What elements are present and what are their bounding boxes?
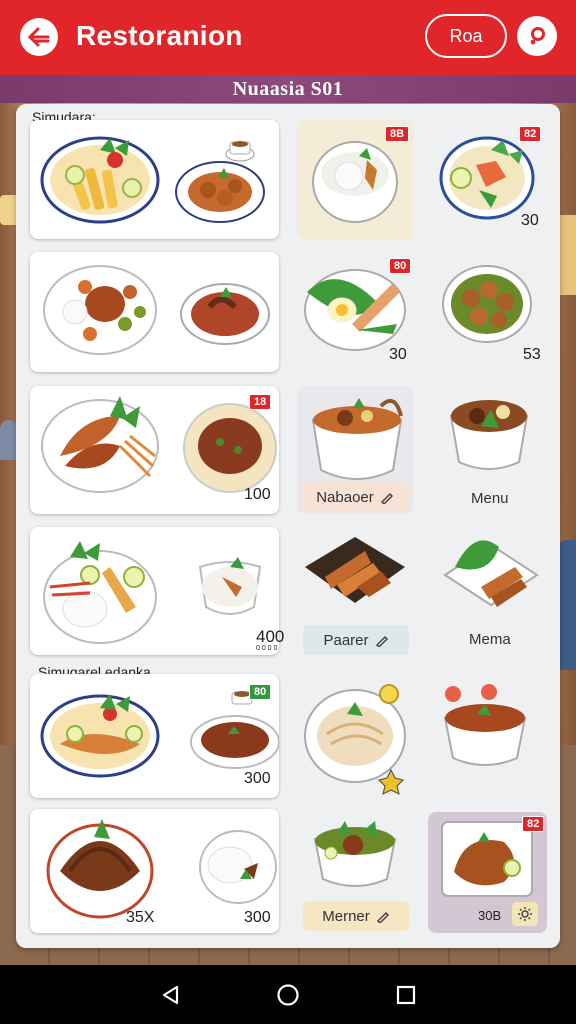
chip-label: Merner bbox=[322, 907, 370, 925]
menu-tile[interactable]: 82 30 bbox=[431, 120, 547, 239]
edit-icon bbox=[375, 635, 388, 647]
price: 300 bbox=[244, 770, 271, 787]
menu-tile[interactable] bbox=[431, 674, 547, 798]
dish-illustration bbox=[43, 541, 262, 644]
app-title: Restoranion bbox=[76, 20, 243, 51]
chip-label: Nabaoer bbox=[316, 488, 374, 506]
menu-tile[interactable]: Mema bbox=[431, 527, 547, 655]
help-button[interactable] bbox=[517, 16, 557, 56]
price-badge: 82 bbox=[522, 816, 545, 832]
price: 100 bbox=[244, 486, 271, 503]
back-button[interactable] bbox=[20, 18, 58, 56]
diner-figure bbox=[558, 540, 576, 670]
price-sub: 0 0 0 0 bbox=[256, 645, 278, 652]
dish-illustration bbox=[443, 684, 527, 766]
help-icon bbox=[530, 27, 545, 45]
menu-panel: Simudara: 8B 82 30 80 30 53 18 100 Nabao… bbox=[16, 104, 560, 948]
dish-illustration bbox=[41, 396, 277, 493]
banner: Nuaasia S01 bbox=[0, 75, 576, 103]
price: 30 bbox=[389, 346, 407, 363]
edit-icon bbox=[380, 492, 393, 504]
dish-illustration bbox=[46, 819, 277, 919]
menu-tile[interactable]: Nabaoer bbox=[297, 386, 413, 514]
dish-illustration bbox=[43, 265, 270, 355]
chip-label: Paarer bbox=[323, 631, 369, 649]
system-navigation-bar bbox=[0, 965, 576, 1024]
tile-label: Mema bbox=[469, 631, 511, 648]
price-badge: 80 bbox=[249, 684, 272, 700]
recents-square-icon bbox=[396, 985, 416, 1005]
menu-card[interactable]: 35X 300 bbox=[30, 809, 279, 933]
menu-tile[interactable] bbox=[297, 674, 413, 798]
dish-illustration bbox=[40, 136, 265, 224]
menu-card[interactable]: 400 0 0 0 0 bbox=[30, 527, 284, 655]
price: 300 bbox=[244, 909, 271, 926]
menu-tile[interactable]: Paarer bbox=[297, 527, 413, 655]
menu-card[interactable] bbox=[30, 120, 279, 239]
menu-chip[interactable]: Merner bbox=[303, 901, 409, 931]
banner-text: Nuaasia S01 bbox=[232, 77, 344, 100]
dish-illustration bbox=[40, 691, 280, 778]
price-badge: 18 bbox=[249, 394, 272, 410]
price: 53 bbox=[523, 346, 541, 363]
back-triangle-icon bbox=[162, 985, 179, 1005]
home-circle-icon bbox=[277, 984, 299, 1006]
menu-tile[interactable]: 80 30 bbox=[297, 252, 413, 372]
menu-chip[interactable]: Paarer bbox=[303, 625, 409, 655]
price-badge: 80 bbox=[389, 258, 412, 274]
menu-tile[interactable]: Menu bbox=[431, 386, 547, 514]
app-header: Restoranion Roa bbox=[0, 0, 576, 75]
menu-tile-selected[interactable]: 82 30B bbox=[428, 812, 547, 933]
menu-card[interactable] bbox=[30, 252, 279, 372]
nav-back-button[interactable] bbox=[154, 979, 186, 1011]
menu-card[interactable]: 18 100 bbox=[30, 386, 279, 514]
tile-label: Menu bbox=[471, 490, 509, 507]
menu-tile[interactable]: 53 bbox=[431, 252, 547, 372]
menu-chip[interactable]: Nabaoer bbox=[301, 482, 409, 512]
menu-tile[interactable]: Merner bbox=[297, 809, 413, 933]
dish-illustration bbox=[304, 684, 406, 795]
price-badge: 8B bbox=[385, 126, 410, 142]
back-arrow-icon bbox=[27, 27, 50, 47]
price: 30 bbox=[521, 212, 539, 229]
price: 35X bbox=[126, 909, 155, 926]
price-badge: 82 bbox=[519, 126, 542, 142]
menu-card[interactable]: 80 300 bbox=[30, 674, 280, 798]
action-pill-button[interactable]: Roa bbox=[425, 14, 507, 58]
menu-tile[interactable]: 8B bbox=[297, 120, 413, 239]
nav-recents-button[interactable] bbox=[390, 979, 422, 1011]
edit-icon bbox=[376, 911, 389, 923]
price: 30B bbox=[478, 908, 502, 923]
price: 400 bbox=[256, 627, 285, 646]
settings-button[interactable] bbox=[512, 902, 538, 926]
nav-home-button[interactable] bbox=[272, 979, 304, 1011]
gear-icon bbox=[518, 907, 532, 921]
